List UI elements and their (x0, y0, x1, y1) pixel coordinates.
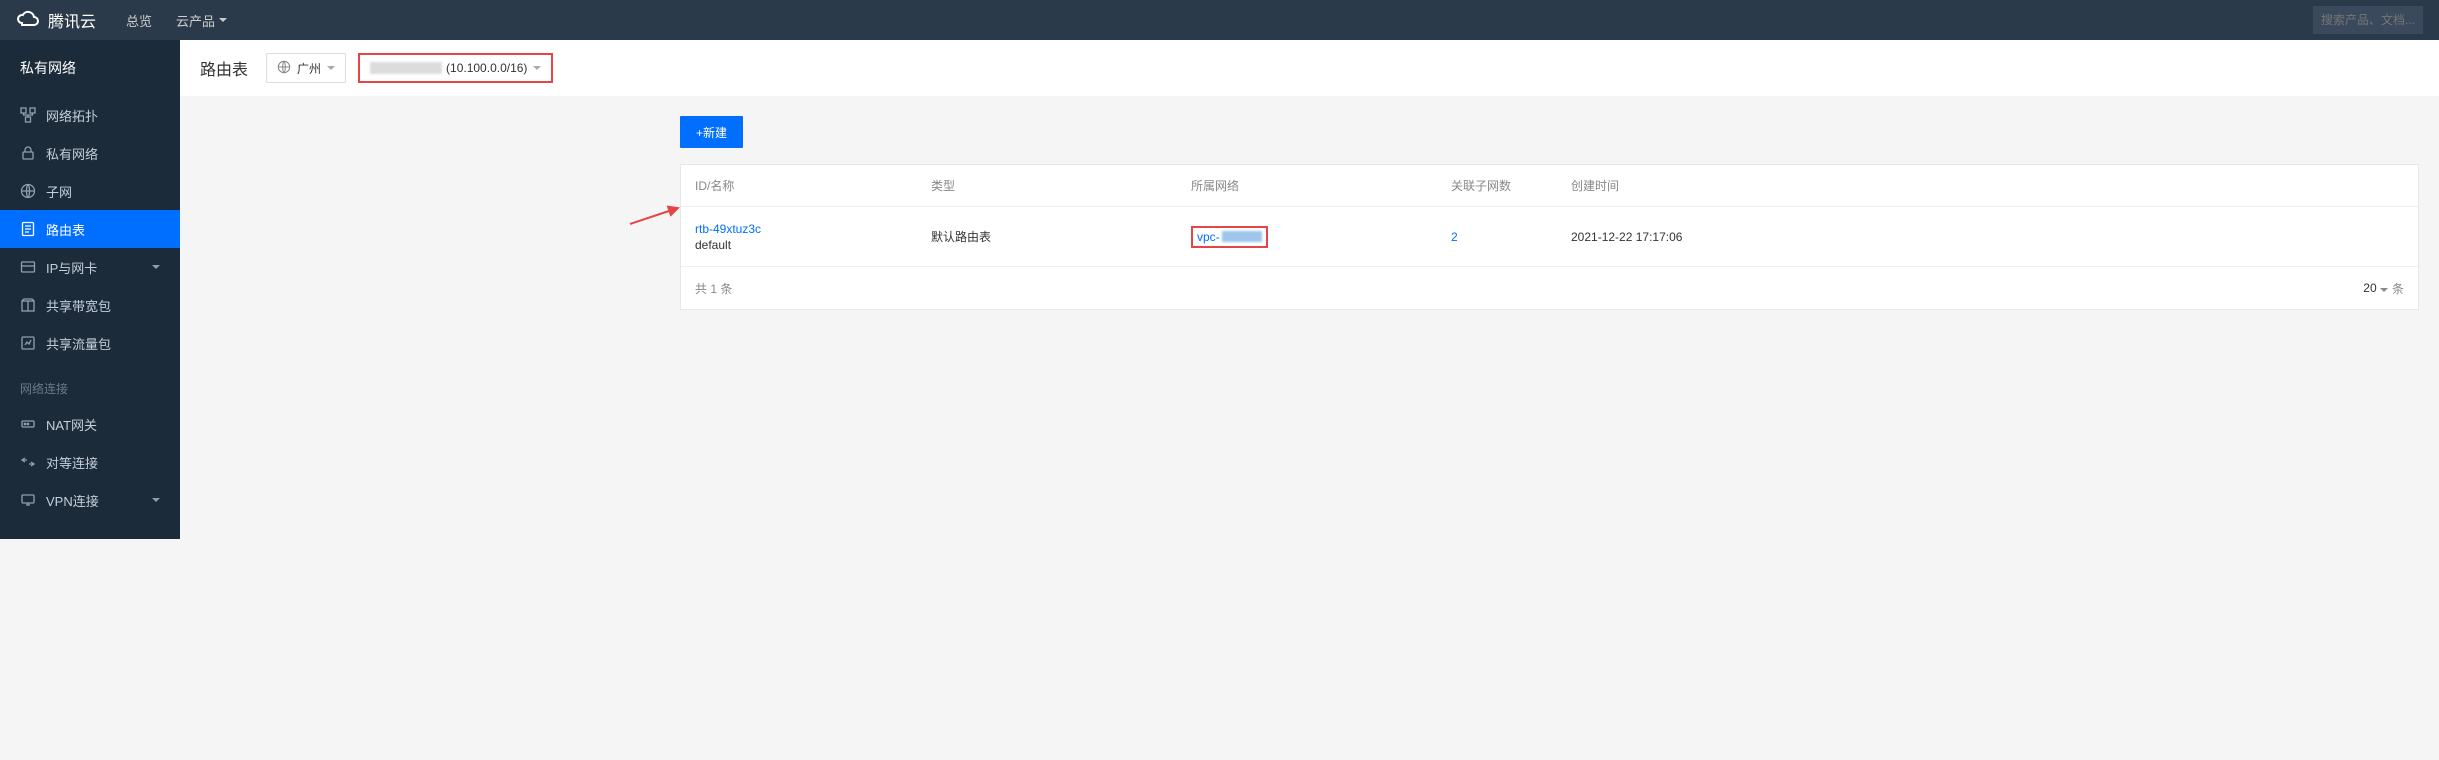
sidebar-item-label: VPN连接 (46, 491, 99, 510)
main-header: 路由表 广州 (10.100.0.0/16) (180, 40, 2439, 96)
vpc-link[interactable]: vpc- (1191, 226, 1268, 248)
annotation-arrow-icon (628, 204, 684, 226)
nav-overview[interactable]: 总览 (126, 11, 152, 30)
sidebar: 私有网络 网络拓扑 私有网络 子网 路由表 IP与网卡 共享带宽包 共享 (0, 40, 180, 539)
sidebar-item-ip-nic[interactable]: IP与网卡 (0, 248, 180, 286)
lock-icon (20, 145, 36, 161)
th-type: 类型 (931, 177, 1191, 194)
brand-text: 腾讯云 (48, 8, 96, 32)
top-header: 腾讯云 总览 云产品 (0, 0, 2439, 40)
sidebar-item-label: 私有网络 (46, 144, 98, 163)
nav-overview-label: 总览 (126, 11, 152, 30)
chevron-down-icon (152, 498, 160, 502)
top-nav: 总览 云产品 (126, 11, 227, 30)
sidebar-group-network-connect: 网络连接 (0, 362, 180, 405)
globe-icon (277, 60, 291, 76)
brand-logo[interactable]: 腾讯云 (16, 7, 96, 34)
caret-down-icon (327, 66, 335, 70)
th-network: 所属网络 (1191, 177, 1451, 194)
nav-products-label: 云产品 (176, 11, 215, 30)
global-search[interactable] (2313, 6, 2423, 34)
sidebar-item-vpc[interactable]: 私有网络 (0, 134, 180, 172)
table-header: ID/名称 类型 所属网络 关联子网数 创建时间 (681, 165, 2418, 207)
new-button[interactable]: +新建 (680, 116, 743, 148)
redacted-vpc-name (370, 62, 442, 74)
table-row: rtb-49xtuz3c default 默认路由表 vpc- 2 2021-1… (681, 207, 2418, 267)
sidebar-item-peering[interactable]: 对等连接 (0, 443, 180, 481)
region-label: 广州 (297, 60, 321, 77)
package-icon (20, 297, 36, 313)
caret-down-icon (2380, 288, 2388, 292)
route-type: 默认路由表 (931, 228, 1191, 245)
peering-icon (20, 454, 36, 470)
th-id: ID/名称 (681, 177, 931, 194)
pagination: 共 1 条 20 条 (681, 267, 2418, 309)
sidebar-item-nat[interactable]: NAT网关 (0, 405, 180, 443)
vpc-select[interactable]: (10.100.0.0/16) (358, 53, 553, 83)
traffic-icon (20, 335, 36, 351)
nav-products[interactable]: 云产品 (176, 11, 227, 30)
sidebar-item-label: 共享流量包 (46, 334, 111, 353)
route-id-link[interactable]: rtb-49xtuz3c (695, 222, 931, 236)
sidebar-item-bandwidth-pkg[interactable]: 共享带宽包 (0, 286, 180, 324)
th-subnets: 关联子网数 (1451, 177, 1571, 194)
topology-icon (20, 107, 36, 123)
subnet-count-link[interactable]: 2 (1451, 230, 1458, 244)
sidebar-item-route-table[interactable]: 路由表 (0, 210, 180, 248)
per-page-label: 条 (2392, 280, 2404, 297)
created-time: 2021-12-22 17:17:06 (1571, 230, 2418, 244)
table-body: rtb-49xtuz3c default 默认路由表 vpc- 2 2021-1… (681, 207, 2418, 267)
vpc-prefix: vpc- (1197, 230, 1220, 244)
sidebar-item-label: 共享带宽包 (46, 296, 111, 315)
sidebar-item-vpn[interactable]: VPN连接 (0, 481, 180, 519)
document-icon (20, 221, 36, 237)
sidebar-item-label: NAT网关 (46, 415, 97, 434)
toolbar: +新建 (680, 116, 2419, 148)
caret-down-icon (219, 18, 227, 22)
sidebar-item-label: 网络拓扑 (46, 106, 98, 125)
main-content: 路由表 广州 (10.100.0.0/16) (180, 40, 2439, 539)
content-body: +新建 ID/名称 类型 所属网络 关联子网数 创建时间 rtb-49xtuz3… (180, 96, 2439, 330)
gateway-icon (20, 416, 36, 432)
th-created: 创建时间 (1571, 177, 2418, 194)
search-input[interactable] (2321, 13, 2415, 27)
globe-icon (20, 183, 36, 199)
sidebar-item-label: 路由表 (46, 220, 85, 239)
route-name: default (695, 238, 931, 252)
page-title: 路由表 (200, 56, 248, 80)
sidebar-item-topology[interactable]: 网络拓扑 (0, 96, 180, 134)
sidebar-item-subnet[interactable]: 子网 (0, 172, 180, 210)
route-table: ID/名称 类型 所属网络 关联子网数 创建时间 rtb-49xtuz3c de… (680, 164, 2419, 310)
card-icon (20, 259, 36, 275)
sidebar-item-traffic-pkg[interactable]: 共享流量包 (0, 324, 180, 362)
chevron-down-icon (152, 265, 160, 269)
region-select[interactable]: 广州 (266, 53, 346, 83)
caret-down-icon (533, 66, 541, 70)
sidebar-title: 私有网络 (0, 40, 180, 96)
vpn-icon (20, 492, 36, 508)
total-count: 共 1 条 (695, 280, 732, 297)
sidebar-item-label: 子网 (46, 182, 72, 201)
sidebar-item-label: IP与网卡 (46, 258, 97, 277)
vpc-cidr-label: (10.100.0.0/16) (446, 61, 527, 75)
redacted-vpc-id (1222, 231, 1262, 242)
cloud-icon (16, 7, 40, 34)
sidebar-item-label: 对等连接 (46, 453, 98, 472)
page-size-select[interactable]: 20 (2363, 281, 2388, 295)
